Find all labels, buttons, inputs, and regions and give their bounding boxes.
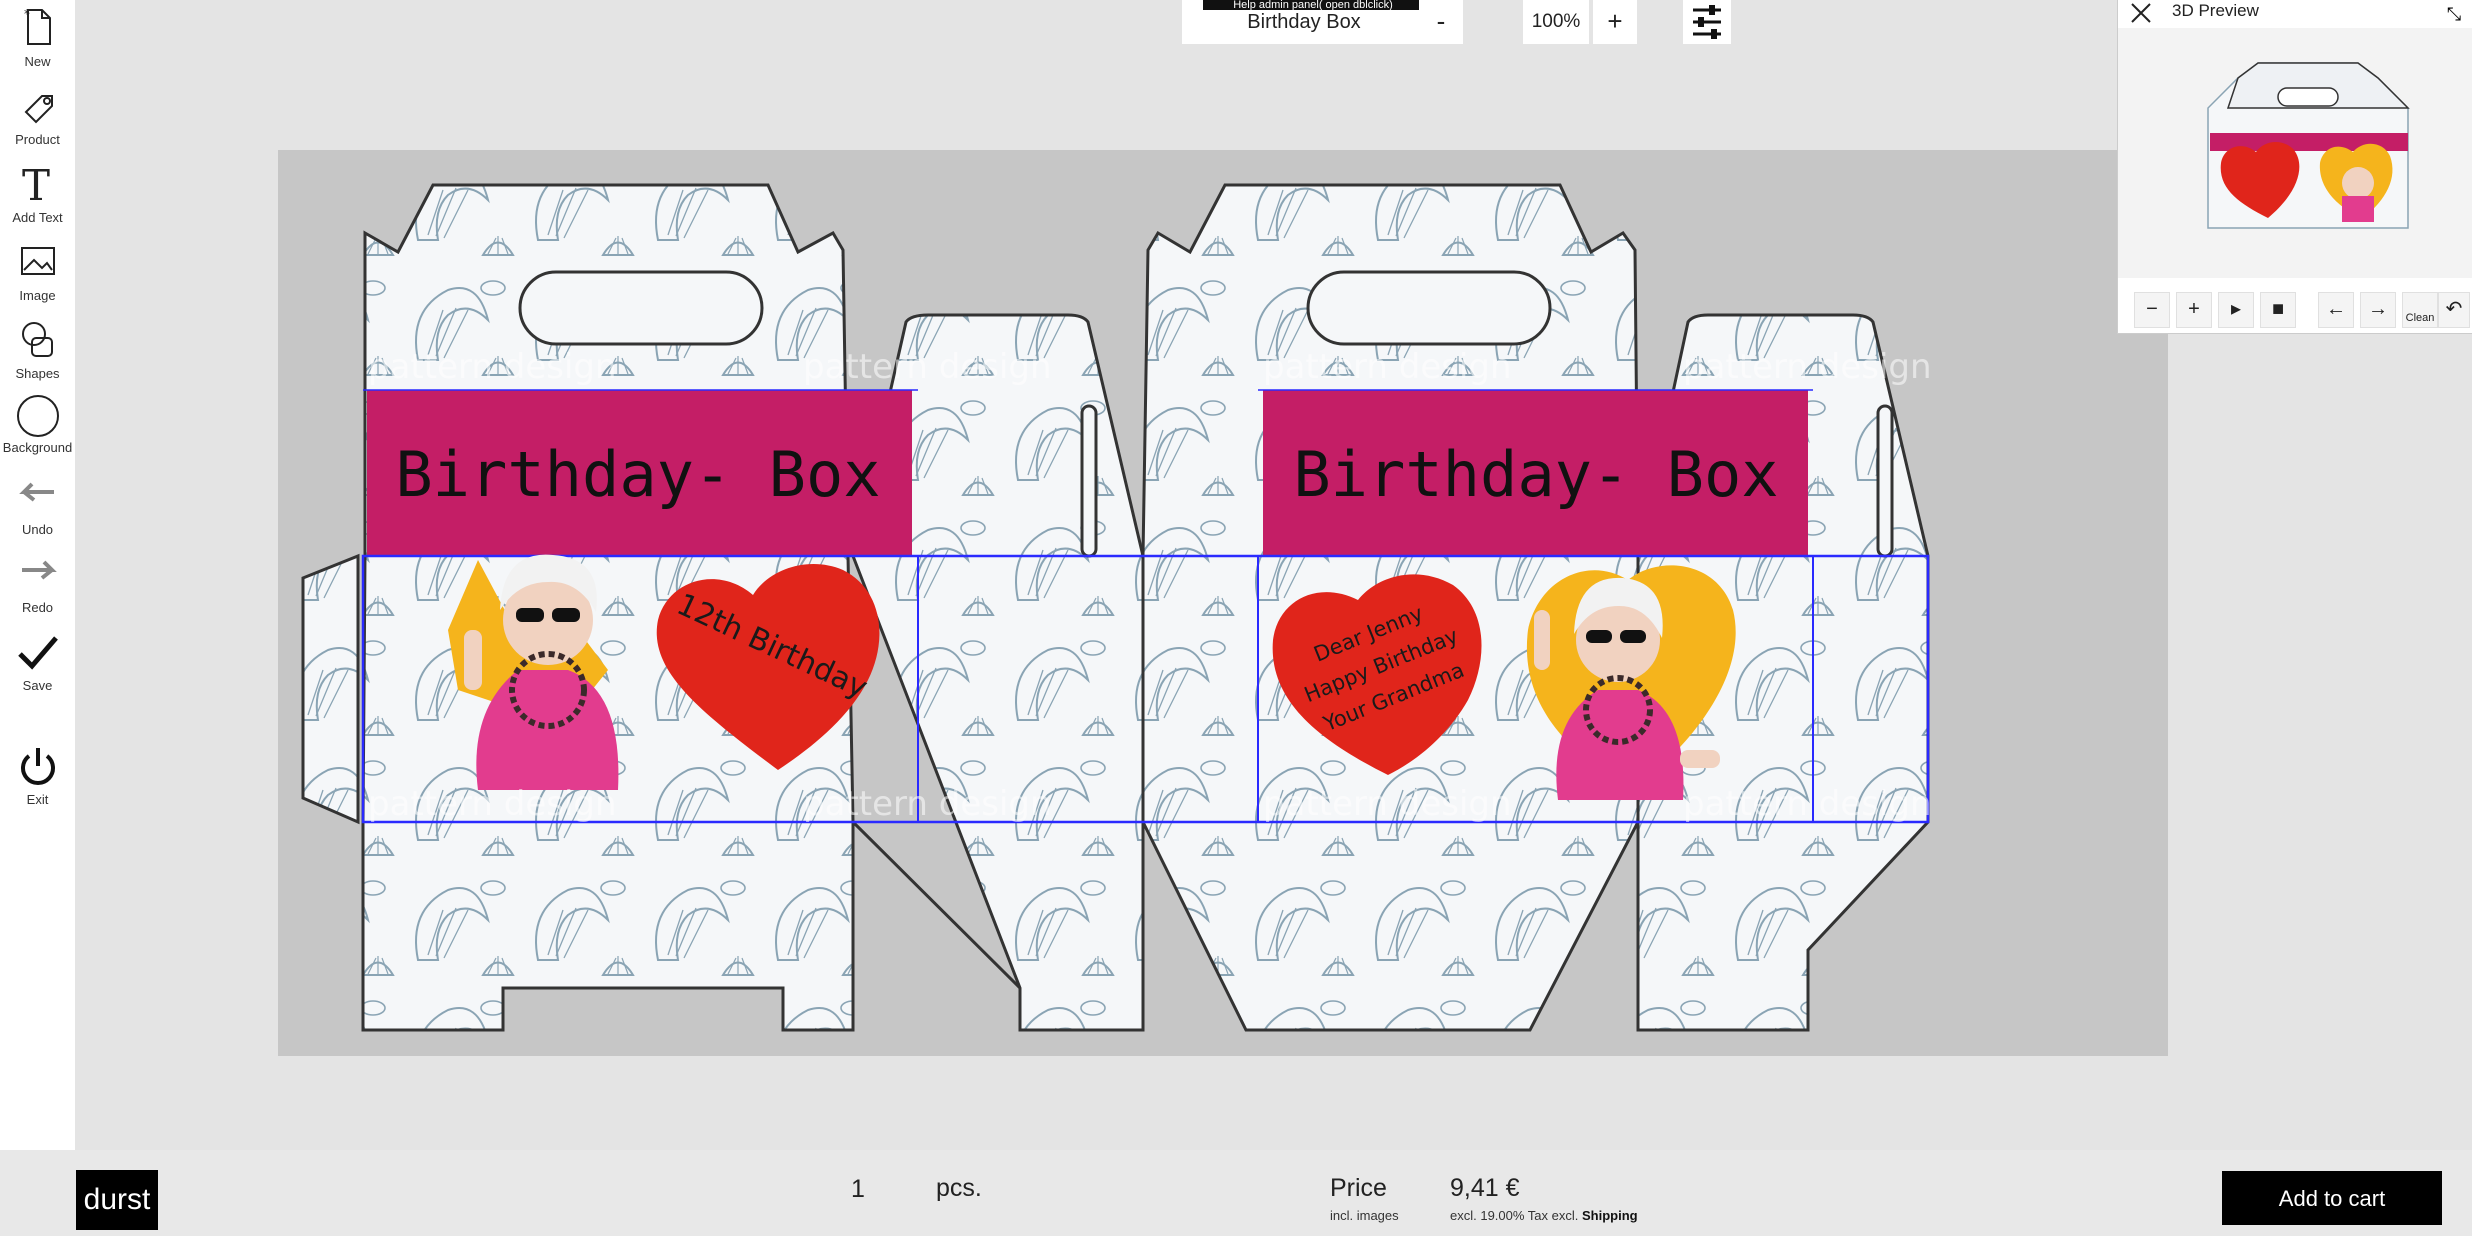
- svg-text:T: T: [22, 161, 50, 208]
- zoom-in-button[interactable]: +: [1593, 0, 1637, 44]
- image-icon: [20, 247, 55, 275]
- watermark-text: pattern design: [368, 784, 617, 824]
- product-button[interactable]: Product: [0, 82, 75, 147]
- watermark-text: pattern design: [1263, 784, 1512, 824]
- shipping-link[interactable]: Shipping: [1582, 1208, 1638, 1223]
- box-3d-model: [2207, 62, 2410, 229]
- background-label: Background: [2, 440, 73, 455]
- preview-title: 3D Preview: [2172, 1, 2259, 20]
- top-bar: Help admin panel( open dblclick) - 100% …: [75, 0, 2472, 56]
- new-button[interactable]: * New: [0, 4, 75, 69]
- dieline-artwork: 12th Birthday Dear Jenny Happy Birthday …: [301, 183, 1932, 1032]
- new-document-icon: *: [24, 7, 51, 45]
- left-toolbar: * New Product T Add Text Image Shapes Ba…: [0, 0, 76, 1150]
- check-icon: [17, 636, 58, 670]
- price-value: 9,41 €: [1450, 1174, 1520, 1202]
- add-text-button[interactable]: T Add Text: [0, 160, 75, 225]
- redo-button[interactable]: Redo: [0, 550, 75, 615]
- shapes-button[interactable]: Shapes: [0, 316, 75, 381]
- image-label: Image: [19, 288, 56, 303]
- durst-logo: durst: [76, 1170, 158, 1230]
- undo-label: Undo: [21, 522, 54, 537]
- exit-button[interactable]: Exit: [0, 742, 75, 807]
- zoom-level: 100%: [1523, 0, 1589, 44]
- preview-rotate-left-button[interactable]: ←: [2318, 292, 2354, 328]
- undo-icon: [18, 482, 54, 502]
- new-label: New: [24, 54, 51, 69]
- front-banner-text[interactable]: Birthday- Box: [395, 438, 880, 511]
- save-button[interactable]: Save: [0, 628, 75, 693]
- watermark-text: pattern design: [803, 784, 1052, 824]
- shapes-label: Shapes: [15, 366, 60, 381]
- price-label: Price: [1330, 1174, 1387, 1202]
- close-icon[interactable]: [2128, 0, 2154, 26]
- quantity-input[interactable]: [828, 1168, 888, 1210]
- redo-icon: [21, 560, 57, 580]
- shapes-icon: [21, 322, 53, 357]
- watermark-text: pattern design: [1683, 784, 1932, 824]
- add-to-cart-button[interactable]: Add to cart: [2222, 1171, 2442, 1225]
- help-tooltip: Help admin panel( open dblclick): [1203, 0, 1423, 10]
- power-icon: [20, 748, 55, 785]
- preview-stop-button[interactable]: ■: [2260, 292, 2296, 328]
- circle-icon: [16, 395, 59, 437]
- price-tax-note: excl. 19.00% Tax excl. Shipping: [1450, 1208, 1638, 1223]
- tag-icon: [24, 95, 53, 124]
- background-button[interactable]: Background: [0, 390, 75, 455]
- undo-button[interactable]: Undo: [0, 472, 75, 537]
- preview-zoom-out-button[interactable]: −: [2134, 292, 2170, 328]
- preview-zoom-in-button[interactable]: +: [2176, 292, 2212, 328]
- preview-clean-button[interactable]: Clean: [2402, 292, 2438, 328]
- save-label: Save: [22, 678, 53, 693]
- box-dieline[interactable]: 12th Birthday Dear Jenny Happy Birthday …: [278, 150, 2168, 1056]
- text-icon: T: [22, 161, 50, 208]
- preview-play-button[interactable]: ▸: [2218, 292, 2254, 328]
- image-button[interactable]: Image: [0, 238, 75, 303]
- watermark-text: pattern design: [803, 347, 1052, 387]
- redo-label: Redo: [21, 600, 54, 615]
- quantity-unit: pcs.: [936, 1174, 982, 1202]
- expand-icon[interactable]: ⤡: [2441, 2, 2467, 26]
- price-subtitle: incl. images: [1330, 1208, 1399, 1223]
- settings-button[interactable]: [1683, 0, 1731, 44]
- back-banner-text[interactable]: Birthday- Box: [1293, 438, 1778, 511]
- add-text-label: Add Text: [12, 210, 63, 225]
- preview-stage[interactable]: [2118, 28, 2472, 278]
- watermark-text: pattern design: [368, 347, 617, 387]
- watermark-text: pattern design: [1263, 347, 1512, 387]
- product-label: Product: [15, 132, 60, 147]
- bottom-bar: durst pcs. Price incl. images 9,41 € exc…: [0, 1150, 2472, 1236]
- exit-label: Exit: [26, 792, 49, 807]
- watermark-text: pattern design: [1683, 347, 1932, 387]
- sliders-icon: [1693, 5, 1721, 39]
- 3d-preview-panel: 3D Preview ⤡ − + ▸ ■ ← → Clean ↶: [2117, 0, 2472, 334]
- price-note-text: excl. 19.00% Tax excl.: [1450, 1208, 1579, 1223]
- preview-reset-button[interactable]: ↶: [2438, 292, 2470, 328]
- zoom-out-button[interactable]: -: [1419, 0, 1463, 44]
- svg-text:*: *: [24, 7, 30, 21]
- preview-rotate-right-button[interactable]: →: [2360, 292, 2396, 328]
